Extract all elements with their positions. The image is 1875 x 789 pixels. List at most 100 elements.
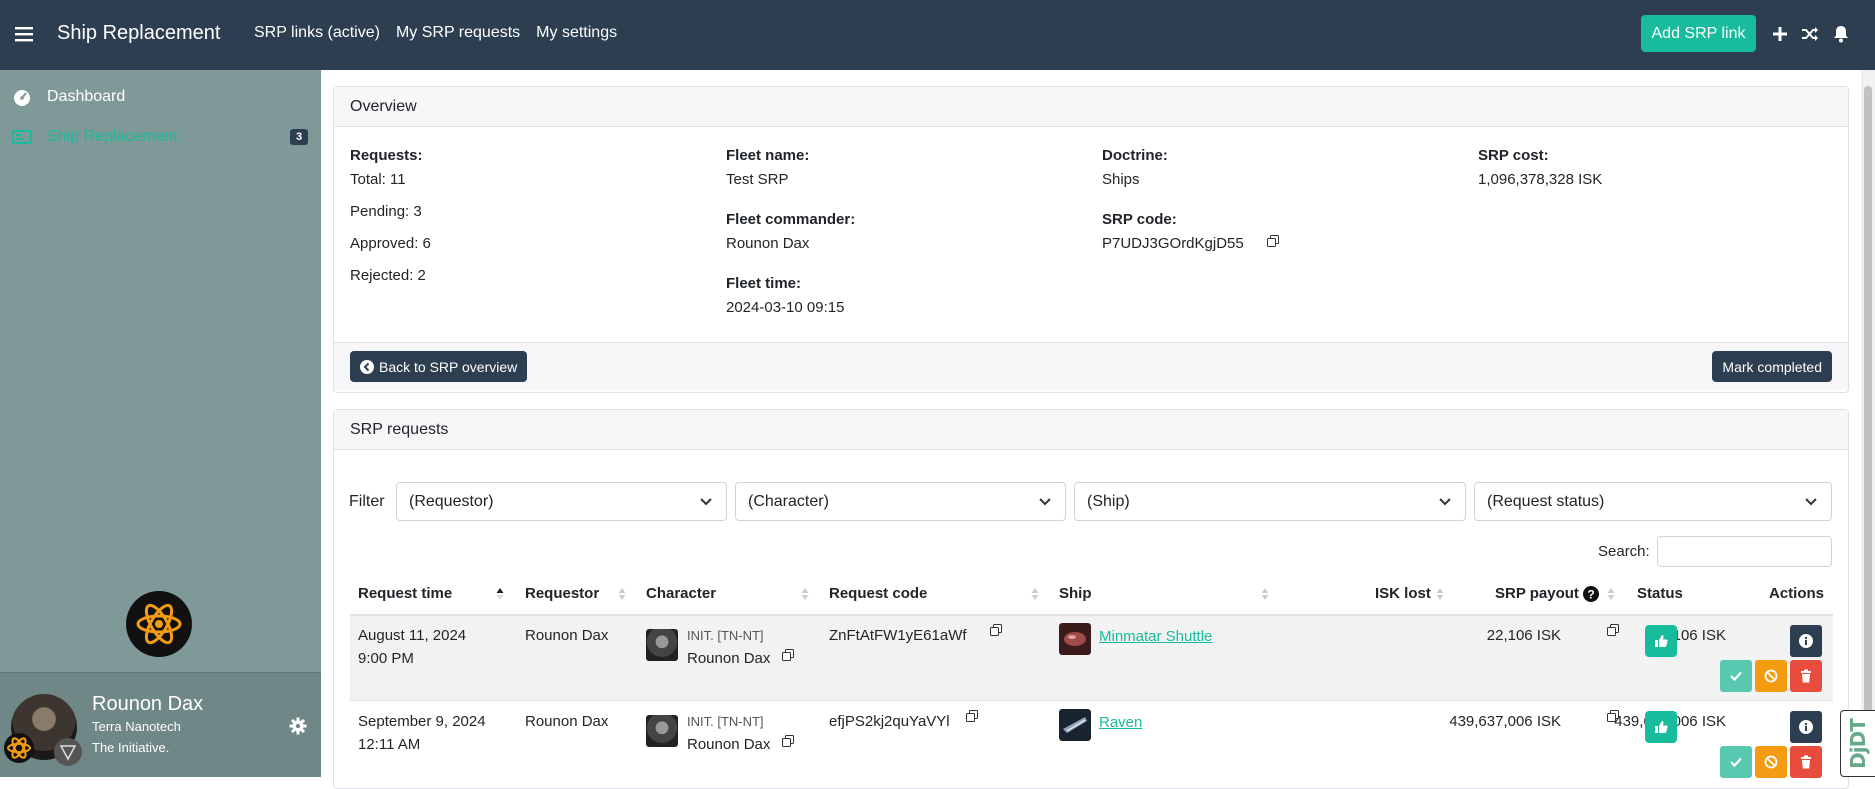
count-badge: 3	[290, 129, 309, 145]
request-code: ZnFtAtFW1yE61aWf	[829, 627, 967, 644]
col-ship[interactable]: Ship	[1059, 585, 1092, 602]
ban-icon	[1764, 755, 1778, 769]
plus-icon[interactable]	[1771, 25, 1789, 43]
fleet-time: 2024-03-10 09:15	[726, 299, 845, 316]
sort-icon	[1031, 588, 1039, 600]
shuffle-icon[interactable]	[1801, 25, 1819, 43]
filter-ship-select[interactable]: (Ship)	[1074, 482, 1466, 521]
alliance-small-logo	[54, 738, 82, 766]
reject-button[interactable]	[1755, 746, 1787, 778]
filter-character-select[interactable]: (Character)	[735, 482, 1066, 521]
sort-asc-icon	[496, 588, 504, 600]
search-label: Search:	[1598, 543, 1650, 560]
col-status: Status	[1637, 585, 1683, 602]
sidebar-item-label: Dashboard	[47, 88, 126, 105]
col-isk-lost[interactable]: ISK lost	[1375, 585, 1431, 602]
col-requestor[interactable]: Requestor	[525, 585, 599, 602]
mark-completed-button[interactable]: Mark completed	[1712, 351, 1832, 382]
sort-icon	[1261, 588, 1269, 600]
overview-footer: Back to SRP overview Mark completed	[334, 342, 1848, 390]
atom-icon	[7, 737, 31, 759]
isk-lost: 22,106 ISK	[1486, 627, 1561, 644]
ship-link[interactable]: Minmatar Shuttle	[1099, 628, 1212, 645]
col-character[interactable]: Character	[646, 585, 716, 602]
sidebar-item-ship-replacement[interactable]: Ship Replacement	[12, 128, 178, 146]
character-corp: INIT. [TN-NT]	[687, 628, 764, 643]
character-portrait	[646, 715, 678, 747]
isk-lost: 439,637,006 ISK	[1449, 713, 1561, 730]
overview-card: Overview Requests: Total: 11 Pending: 3 …	[333, 86, 1849, 393]
check-icon	[1730, 757, 1742, 768]
approve-button[interactable]	[1720, 746, 1752, 778]
menu-icon[interactable]	[14, 24, 34, 44]
back-button-label: Back to SRP overview	[379, 358, 518, 375]
col-srp-payout[interactable]: SRP payout	[1495, 585, 1579, 602]
debug-toolbar-handle[interactable]: DjDT	[1840, 710, 1875, 777]
copy-icon[interactable]	[782, 649, 794, 661]
thumbs-up-icon	[1655, 635, 1668, 647]
srp-cost: 1,096,378,328 ISK	[1478, 171, 1603, 188]
col-request-code[interactable]: Request code	[829, 585, 927, 602]
fleet-name: Test SRP	[726, 171, 789, 188]
request-date: September 9, 2024	[358, 713, 486, 730]
character-corp: INIT. [TN-NT]	[687, 714, 764, 729]
delete-button[interactable]	[1790, 746, 1822, 778]
info-button[interactable]	[1790, 711, 1822, 743]
col-request-time[interactable]: Request time	[358, 585, 452, 602]
fleet-commander-label: Fleet commander:	[726, 211, 856, 228]
ship-icon	[1059, 623, 1091, 655]
scrollbar-thumb[interactable]	[1864, 86, 1872, 777]
copy-icon[interactable]	[1607, 710, 1619, 722]
reject-button[interactable]	[1755, 660, 1787, 692]
filter-status-select[interactable]: (Request status)	[1474, 482, 1832, 521]
requests-total: Total: 11	[350, 171, 406, 188]
info-icon	[1799, 720, 1813, 734]
srp-requests-header: SRP requests	[334, 410, 1848, 450]
bell-icon[interactable]	[1832, 25, 1850, 43]
add-srp-link-button[interactable]: Add SRP link	[1641, 15, 1756, 52]
fleet-time-label: Fleet time:	[726, 275, 802, 292]
requests-label: Requests:	[350, 147, 423, 164]
overview-header: Overview	[334, 87, 1848, 127]
delete-button[interactable]	[1790, 660, 1822, 692]
filter-requestor-select[interactable]: (Requestor)	[396, 482, 727, 521]
request-clock: 12:11 AM	[358, 736, 421, 753]
ship-link[interactable]: Raven	[1099, 714, 1142, 731]
svg-text:?: ?	[1587, 588, 1594, 602]
question-circle-icon[interactable]: ?	[1583, 586, 1599, 602]
nav-srp-links[interactable]: SRP links (active)	[254, 24, 380, 42]
copy-icon[interactable]	[1267, 235, 1279, 247]
table-row: September 9, 2024 12:11 AM Rounon Dax IN…	[350, 702, 1833, 787]
corp-logo	[4, 733, 34, 763]
atom-icon	[136, 603, 182, 645]
requestor: Rounon Dax	[525, 627, 609, 644]
back-to-srp-overview-button[interactable]: Back to SRP overview	[350, 351, 528, 382]
ban-icon	[1764, 669, 1778, 683]
chevron-down-icon	[1039, 498, 1051, 506]
copy-icon[interactable]	[1607, 624, 1619, 636]
fleet-commander: Rounon Dax	[726, 235, 810, 252]
shield-icon	[59, 745, 77, 761]
copy-icon[interactable]	[966, 710, 978, 722]
sidebar-item-dashboard[interactable]: Dashboard	[12, 88, 125, 106]
doctrine-label: Doctrine:	[1102, 147, 1168, 164]
approve-button[interactable]	[1720, 660, 1752, 692]
select-value: (Character)	[748, 492, 829, 510]
user-name: Rounon Dax	[92, 693, 204, 715]
srp-cost-label: SRP cost:	[1478, 147, 1549, 164]
info-button[interactable]	[1790, 625, 1822, 657]
request-code: efjPS2kj2quYaVYl	[829, 713, 950, 730]
trash-icon	[1801, 669, 1811, 683]
dashboard-icon	[14, 90, 30, 106]
copy-icon[interactable]	[782, 735, 794, 747]
srp-code: P7UDJ3GOrdKgjD55	[1102, 235, 1244, 252]
copy-icon[interactable]	[990, 624, 1002, 636]
sort-icon	[1436, 588, 1444, 600]
user-alliance: The Initiative.	[92, 740, 170, 755]
search-input[interactable]	[1657, 536, 1832, 567]
nav-my-srp-requests[interactable]: My SRP requests	[396, 24, 520, 42]
arrow-left-circle-icon	[360, 359, 374, 374]
gear-icon[interactable]	[289, 717, 307, 735]
app-title[interactable]: Ship Replacement	[57, 22, 220, 45]
nav-my-settings[interactable]: My settings	[536, 24, 617, 42]
